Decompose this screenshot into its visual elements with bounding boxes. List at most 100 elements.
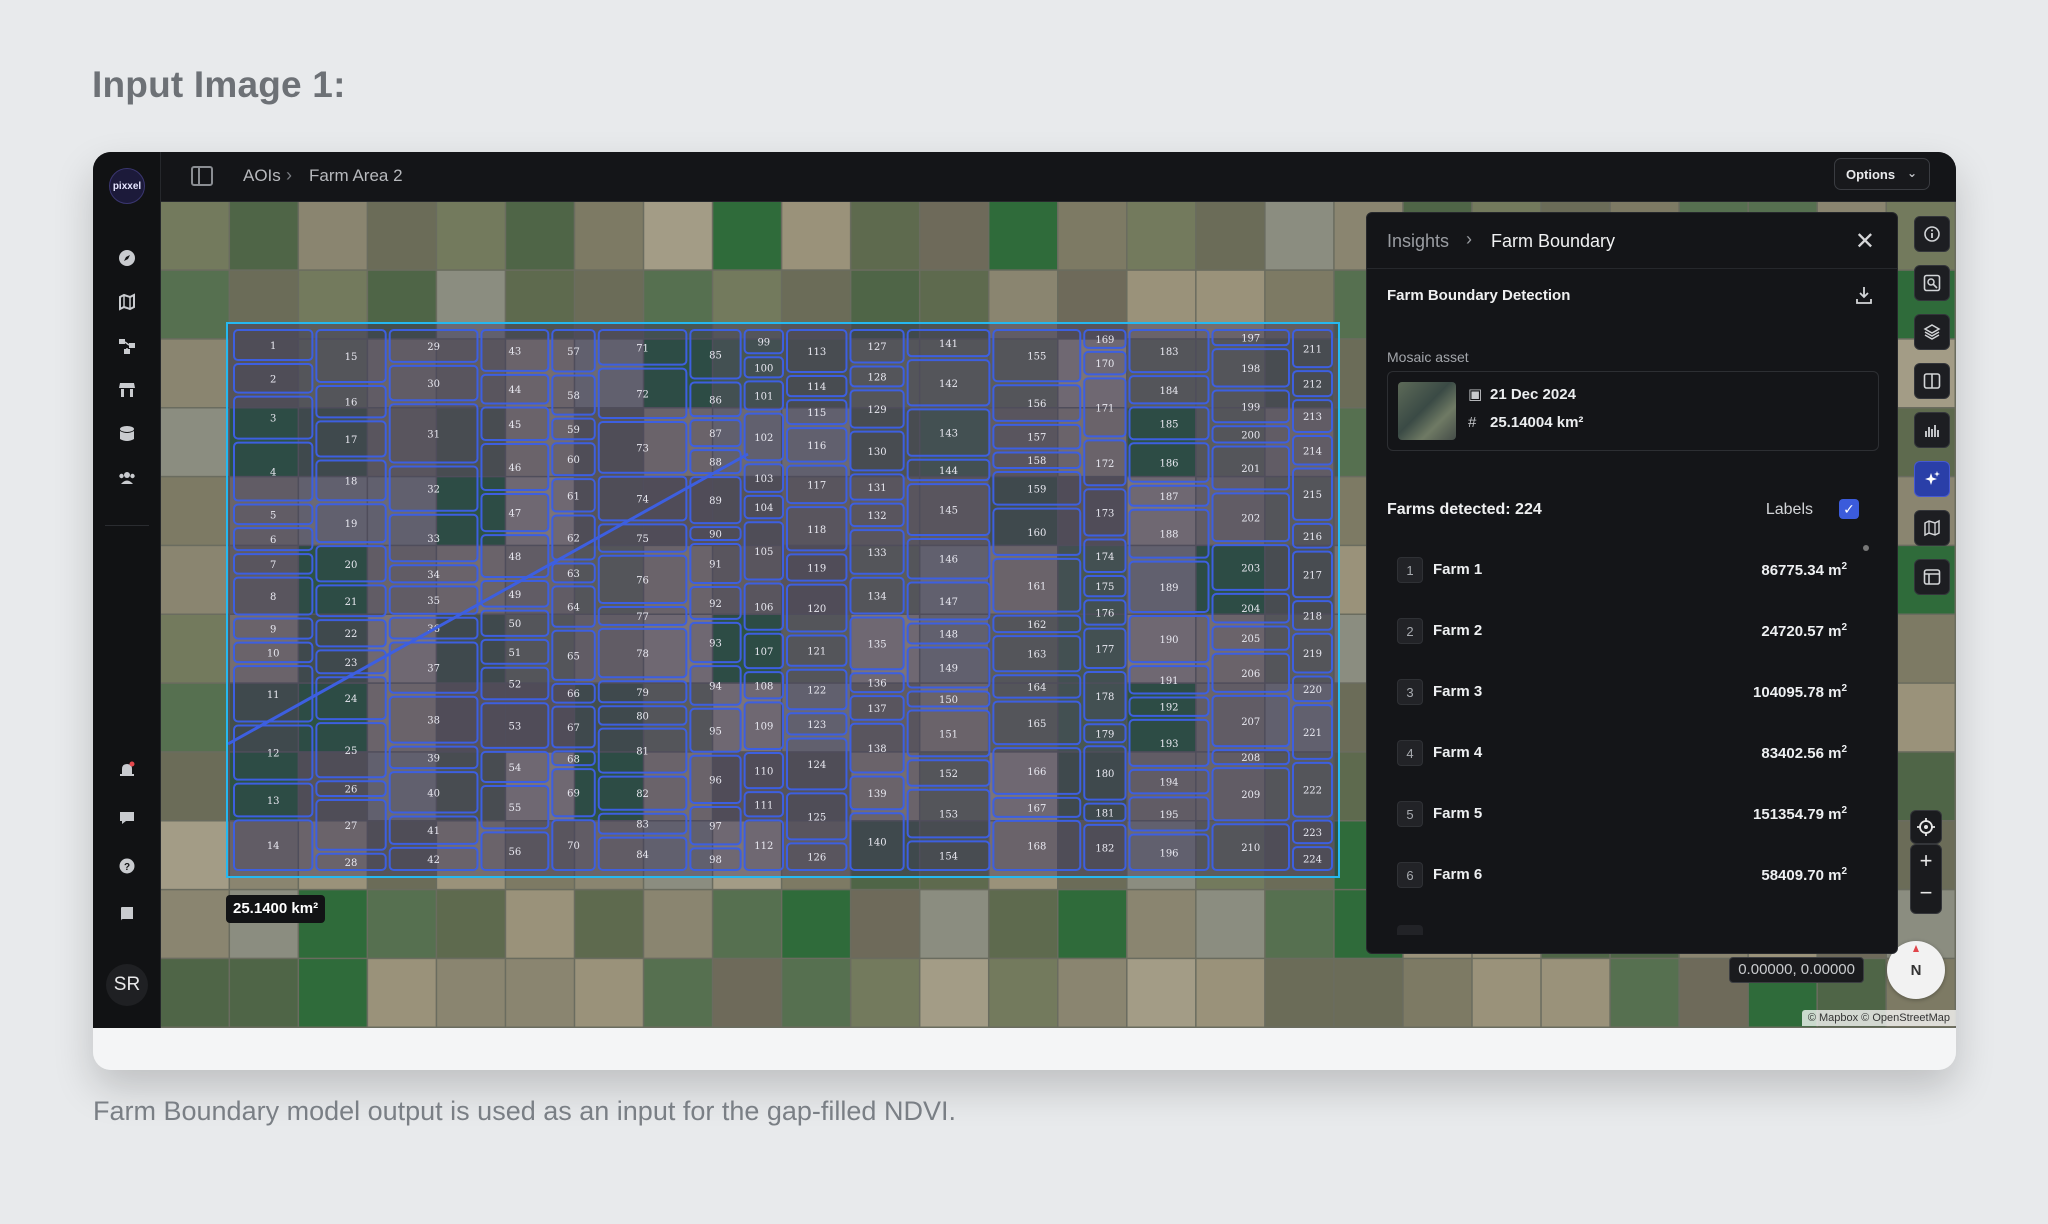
farm-boundary-label: 169 — [1095, 335, 1114, 346]
download-icon[interactable] — [1855, 285, 1873, 305]
farm-boundary-label: 200 — [1241, 430, 1260, 441]
farm-boundary-label: 55 — [509, 803, 522, 814]
chart-icon[interactable] — [1914, 412, 1950, 448]
farm-boundary-label: 53 — [509, 722, 522, 733]
farm-list-item[interactable]: 4 Farm 4 83402.56 m2 — [1387, 732, 1859, 793]
farm-boundary-label: 70 — [567, 841, 580, 852]
farm-boundary-label: 144 — [939, 466, 958, 477]
farm-boundary-label: 111 — [754, 800, 773, 811]
farm-boundary-label: 78 — [636, 649, 649, 660]
farm-boundary-label: 102 — [754, 433, 773, 444]
farm-boundary-label: 121 — [807, 647, 826, 658]
farm-boundary-label: 112 — [754, 841, 773, 852]
breadcrumb-insights[interactable]: Insights — [1387, 231, 1449, 252]
farm-boundary-label: 74 — [636, 495, 649, 506]
farm-boundary-label: 18 — [345, 476, 358, 487]
farm-boundary-label: 72 — [636, 389, 649, 400]
ai-sparkle-icon[interactable] — [1914, 461, 1950, 497]
options-button[interactable]: Options ⌄ — [1834, 158, 1930, 190]
farm-boundary-label: 132 — [868, 511, 887, 522]
compass-icon[interactable] — [115, 246, 139, 270]
team-icon[interactable] — [115, 466, 139, 490]
farm-boundary-label: 214 — [1303, 446, 1322, 457]
farm-boundary-label: 6 — [270, 535, 276, 546]
scrollbar-thumb[interactable] — [1863, 545, 1869, 551]
farm-boundary-label: 175 — [1095, 582, 1114, 593]
labels-checkbox[interactable]: ✓ — [1839, 499, 1859, 519]
farm-boundary-label: 188 — [1159, 530, 1178, 541]
zoom-out-button[interactable]: − — [1911, 877, 1941, 909]
farm-list-item[interactable]: 3 Farm 3 104095.78 m2 — [1387, 671, 1859, 732]
image-search-icon[interactable] — [1914, 265, 1950, 301]
farm-boundary-label: 138 — [868, 744, 887, 755]
user-avatar[interactable]: SR — [106, 964, 148, 1006]
aoi-boundary[interactable]: 1 2 3 4 5 6 7 8 9 10 11 12 13 14 15 16 17 18 19 20 21 22 23 24 2… — [226, 322, 1340, 878]
store-icon[interactable] — [115, 378, 139, 402]
zoom-in-button[interactable]: + — [1911, 845, 1941, 877]
farm-boundary-label: 12 — [267, 749, 280, 760]
chevron-right-icon: › — [1466, 229, 1472, 249]
farm-boundary-label: 146 — [939, 555, 958, 566]
farm-boundary-label: 97 — [709, 822, 722, 833]
map-attribution[interactable]: © Mapbox © OpenStreetMap — [1801, 1010, 1956, 1026]
farm-boundary-label: 8 — [270, 592, 276, 603]
book-icon[interactable] — [115, 902, 139, 926]
farm-boundary-label: 50 — [509, 619, 522, 630]
map-field-tile — [368, 202, 436, 270]
farm-name: Farm 1 — [1433, 561, 1483, 578]
breadcrumb-aois[interactable]: AOIs — [243, 166, 281, 186]
farm-boundary-label: 193 — [1159, 739, 1178, 750]
farm-boundary-label: 155 — [1027, 352, 1046, 363]
farm-list-item[interactable]: 5 Farm 5 151354.79 m2 — [1387, 793, 1859, 854]
farm-boundary-label: 1 — [270, 341, 276, 352]
close-icon[interactable]: ✕ — [1855, 227, 1875, 256]
locate-icon[interactable] — [1911, 811, 1941, 843]
farm-boundary-label: 43 — [509, 346, 522, 357]
farm-boundary-label: 197 — [1241, 334, 1260, 345]
farm-boundary-label: 201 — [1241, 464, 1260, 475]
map-field-tile — [1541, 959, 1610, 1027]
workflow-icon[interactable] — [115, 334, 139, 358]
database-icon[interactable] — [115, 422, 139, 446]
farm-boundary-label: 47 — [509, 509, 522, 520]
map-field-tile — [920, 890, 988, 958]
layers-icon[interactable] — [1914, 314, 1950, 350]
farm-boundary-label: 24 — [345, 694, 358, 705]
farm-boundary-label: 176 — [1095, 608, 1114, 619]
farm-list-item[interactable]: 2 Farm 2 24720.57 m2 — [1387, 610, 1859, 671]
locate-control[interactable] — [1910, 810, 1942, 844]
farm-boundary-label: 84 — [636, 850, 649, 861]
farm-boundary-label: 199 — [1241, 402, 1260, 413]
farm-area: 151354.79 m2 — [1753, 805, 1847, 823]
chat-icon[interactable] — [115, 806, 139, 830]
farm-boundary-label: 130 — [868, 447, 887, 458]
app-logo[interactable]: pixxel — [109, 168, 145, 204]
farm-boundary-label: 131 — [868, 483, 887, 494]
map-field-tile — [851, 959, 919, 1027]
map-icon[interactable] — [115, 290, 139, 314]
map-field-tile — [989, 959, 1057, 1027]
farm-list-item[interactable]: 6 Farm 6 58409.70 m2 — [1387, 854, 1859, 915]
farm-boundary-label: 128 — [868, 372, 887, 383]
page-caption: Farm Boundary model output is used as an… — [93, 1096, 956, 1126]
map-field-tile — [437, 890, 505, 958]
map-book-icon[interactable] — [1914, 510, 1950, 546]
farm-boundary-label: 60 — [567, 455, 580, 466]
split-view-icon[interactable] — [1914, 363, 1950, 399]
farm-boundary-label: 167 — [1027, 803, 1046, 814]
farm-boundary-label: 86 — [709, 395, 722, 406]
sidebar-toggle-icon[interactable] — [191, 166, 213, 186]
farm-boundary-label: 110 — [754, 767, 773, 778]
farm-list-item[interactable]: 1 Farm 1 86775.34 m2 — [1387, 549, 1859, 610]
mosaic-area-row: #25.14004 km² — [1468, 414, 1583, 431]
farm-boundary-label: 4 — [270, 468, 276, 479]
breadcrumb-farm-boundary: Farm Boundary — [1491, 231, 1616, 251]
farm-boundary-label: 126 — [807, 853, 826, 864]
layout-icon[interactable] — [1914, 559, 1950, 595]
help-icon[interactable]: ? — [115, 854, 139, 878]
mosaic-asset-card[interactable]: ▣ 21 Dec 2024 #25.14004 km² — [1387, 371, 1879, 451]
info-icon[interactable] — [1914, 216, 1950, 252]
bell-icon[interactable] — [115, 758, 139, 782]
farm-boundary-label: 153 — [939, 810, 958, 821]
farm-boundary-label: 142 — [939, 379, 958, 390]
